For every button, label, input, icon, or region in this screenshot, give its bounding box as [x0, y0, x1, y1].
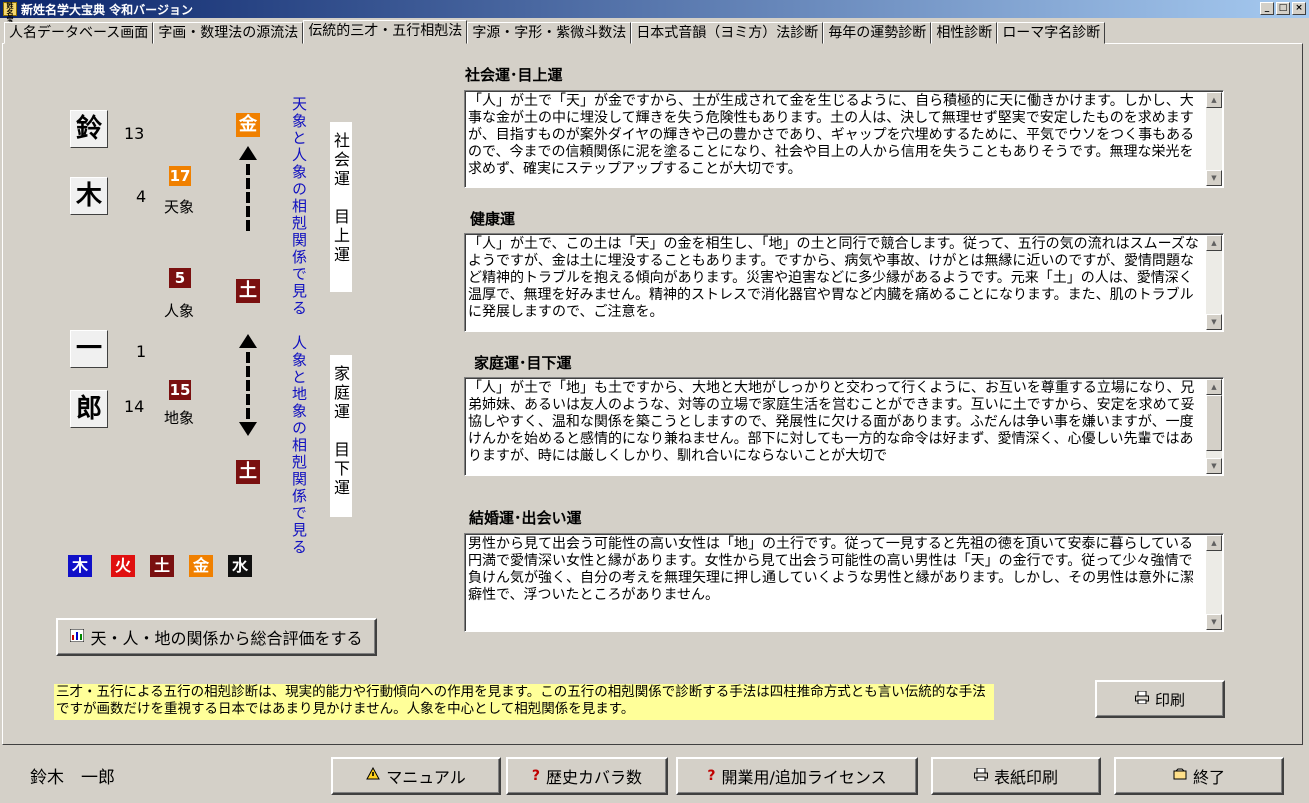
- scroll-down-icon[interactable]: ▼: [1206, 614, 1222, 630]
- manual-icon: [366, 766, 381, 785]
- scroll-thumb[interactable]: [1206, 395, 1222, 451]
- current-name-display: 鈴木 一郎: [30, 768, 115, 788]
- vertical-scrollbar[interactable]: ▲ ▼: [1206, 535, 1222, 630]
- element-metal-top: 金: [236, 113, 260, 137]
- tab-japanese-phonetic[interactable]: 日本式音韻（ヨミ方）法診断: [631, 22, 824, 44]
- tab-yearly-fortune[interactable]: 毎年の運勢診断: [823, 22, 932, 44]
- legend-earth: 土: [150, 555, 174, 577]
- help-icon: ?: [707, 768, 716, 784]
- arrow-down-icon: [239, 422, 257, 436]
- tab-character-origin[interactable]: 字源・字形・紫微斗数法: [467, 22, 632, 44]
- stroke-count-1: 13: [124, 124, 145, 143]
- section-title-health: 健康運: [470, 210, 516, 228]
- history-kabbalah-label: 歴史カバラ数: [546, 768, 643, 787]
- stroke-count-3: 1: [136, 342, 147, 361]
- exit-icon: [1173, 768, 1187, 784]
- marriage-fortune-text: 男性から見て出会う可能性の高い女性は「地」の土行です。従って一見すると先祖の徳を…: [468, 536, 1195, 603]
- health-fortune-textarea[interactable]: 「人」が土で、この土は「天」の金を相生し、「地」の土と同行で競合します。従って、…: [464, 233, 1224, 332]
- overall-evaluation-label: 天・人・地の関係から総合評価をする: [90, 629, 363, 648]
- close-button[interactable]: ×: [1292, 2, 1306, 15]
- tab-sansai-gogyo[interactable]: 伝統的三才・五行相剋法: [303, 20, 468, 44]
- manual-button[interactable]: マニュアル: [331, 757, 501, 795]
- jin-kaku-label: 人象: [164, 302, 195, 320]
- social-fortune-text: 「人」が土で「天」が金ですから、土が生成されて金を生じるように、自ら積極的に天に…: [468, 93, 1195, 177]
- printer-icon: [973, 767, 988, 785]
- tab-stroke-origin[interactable]: 字画・数理法の源流法: [153, 22, 304, 44]
- element-earth-bottom: 土: [236, 460, 260, 484]
- info-note: 三才・五行による五行の相剋診断は、現実的能力や行動傾向への作用を見ます。この五行…: [54, 684, 994, 720]
- section-title-family: 家庭運･目下運: [474, 354, 572, 372]
- license-button[interactable]: ? 開業用/追加ライセンス: [676, 757, 918, 795]
- help-icon: ?: [531, 768, 541, 784]
- app-icon: 姓名宝典: [3, 2, 17, 31]
- minimize-button[interactable]: _: [1260, 2, 1274, 15]
- upper-relation-note: 天象と人象の相剋関係で見る: [290, 96, 308, 317]
- chi-kaku-value: 15: [169, 380, 191, 400]
- legend-fire: 火: [111, 555, 135, 577]
- scroll-up-icon[interactable]: ▲: [1206, 379, 1222, 395]
- scroll-up-icon[interactable]: ▲: [1206, 235, 1222, 251]
- lower-relation-note: 人象と地象の相剋関係で見る: [290, 335, 308, 556]
- legend-metal: 金: [189, 555, 213, 577]
- name-char-2: 木: [70, 177, 108, 215]
- vertical-scrollbar[interactable]: ▲ ▼: [1206, 379, 1222, 474]
- printer-icon: [1134, 690, 1149, 708]
- print-button[interactable]: 印刷: [1095, 680, 1225, 718]
- cover-print-button[interactable]: 表紙印刷: [931, 757, 1101, 795]
- marriage-fortune-textarea[interactable]: 男性から見て出会う可能性の高い女性は「地」の土行です。従って一見すると先祖の徳を…: [464, 533, 1224, 632]
- health-fortune-text: 「人」が土で、この土は「天」の金を相生し、「地」の土と同行で競合します。従って、…: [468, 236, 1199, 320]
- chart-icon: [69, 628, 85, 646]
- history-kabbalah-button[interactable]: ? 歴史カバラ数: [506, 757, 668, 795]
- scroll-down-icon[interactable]: ▼: [1206, 458, 1222, 474]
- family-fortune-textarea[interactable]: 「人」が土で「地」も土ですから、大地と大地がしっかりと交わって行くように、お互い…: [464, 377, 1224, 476]
- tab-romaji-name[interactable]: ローマ字名診断: [997, 22, 1106, 44]
- ten-kaku-label: 天象: [164, 198, 195, 216]
- chi-kaku-label: 地象: [164, 409, 195, 427]
- section-title-marriage: 結婚運･出会い運: [469, 509, 582, 527]
- social-fortune-textarea[interactable]: 「人」が土で「天」が金ですから、土が生成されて金を生じるように、自ら積極的に天に…: [464, 90, 1224, 188]
- scroll-up-icon[interactable]: ▲: [1206, 535, 1222, 551]
- family-fortune-text: 「人」が土で「地」も土ですから、大地と大地がしっかりと交わって行くように、お互い…: [468, 380, 1195, 464]
- element-earth-middle: 土: [236, 279, 260, 303]
- overall-evaluation-button[interactable]: 天・人・地の関係から総合評価をする: [56, 618, 377, 656]
- window-title: 新姓名学大宝典 令和バージョン: [21, 2, 193, 17]
- stroke-count-2: 4: [136, 187, 147, 206]
- tab-bar: 人名データベース画面 字画・数理法の源流法 伝統的三才・五行相剋法 字源・字形・…: [4, 20, 1106, 44]
- exit-button-label: 終了: [1192, 768, 1225, 787]
- tab-compatibility[interactable]: 相性診断: [931, 22, 998, 44]
- vertical-scrollbar[interactable]: ▲ ▼: [1206, 235, 1222, 330]
- family-subordinate-box: 家庭運 目下運: [330, 355, 352, 517]
- legend-wood: 木: [68, 555, 92, 577]
- arrow-up-icon: [239, 334, 257, 348]
- manual-button-label: マニュアル: [386, 768, 466, 787]
- lower-arrow: [238, 334, 258, 436]
- legend-water: 水: [228, 555, 252, 577]
- license-button-label: 開業用/追加ライセンス: [721, 768, 887, 787]
- exit-button[interactable]: 終了: [1114, 757, 1284, 795]
- section-title-social: 社会運･目上運: [465, 66, 563, 84]
- name-char-1: 鈴: [70, 110, 108, 148]
- stroke-count-4: 14: [124, 397, 145, 416]
- name-char-4: 郎: [70, 390, 108, 428]
- upper-arrow: [238, 146, 258, 234]
- scroll-up-icon[interactable]: ▲: [1206, 92, 1222, 108]
- social-superior-box: 社会運 目上運: [330, 122, 352, 292]
- name-char-3: 一: [70, 330, 108, 368]
- print-button-label: 印刷: [1154, 690, 1185, 709]
- tab-name-database[interactable]: 人名データベース画面: [4, 22, 154, 44]
- scroll-down-icon[interactable]: ▼: [1206, 314, 1222, 330]
- ten-kaku-value: 17: [169, 166, 191, 186]
- arrow-up-icon: [239, 146, 257, 160]
- scroll-down-icon[interactable]: ▼: [1206, 170, 1222, 186]
- title-bar: 姓名宝典 新姓名学大宝典 令和バージョン _ □ ×: [0, 0, 1309, 31]
- jin-kaku-value: 5: [169, 268, 191, 288]
- maximize-button[interactable]: □: [1276, 2, 1290, 15]
- cover-print-label: 表紙印刷: [993, 768, 1058, 787]
- vertical-scrollbar[interactable]: ▲ ▼: [1206, 92, 1222, 186]
